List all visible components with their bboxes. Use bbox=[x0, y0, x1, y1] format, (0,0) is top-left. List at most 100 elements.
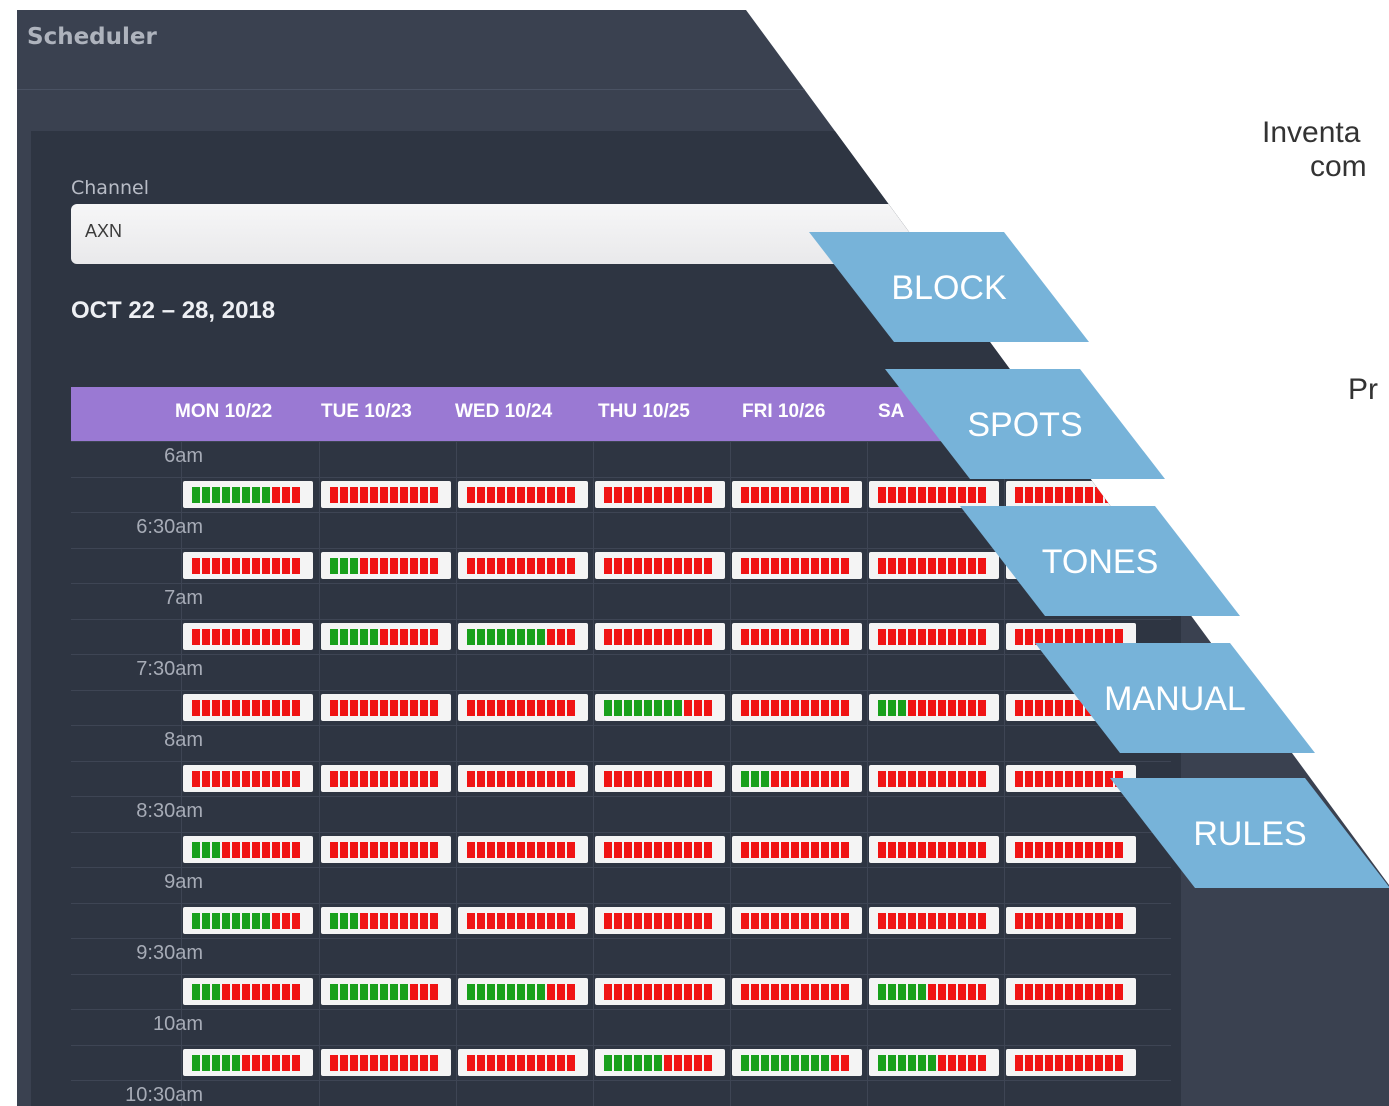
slot-inventory-bar[interactable] bbox=[732, 764, 862, 792]
day-header-thu[interactable]: THU 10/25 bbox=[598, 401, 690, 423]
day-header-sat[interactable]: SA bbox=[878, 401, 904, 423]
slot-inventory-bar[interactable] bbox=[869, 693, 999, 721]
slot-inventory-bar[interactable] bbox=[321, 977, 451, 1005]
slot-inventory-bar[interactable] bbox=[732, 693, 862, 721]
booked-slot bbox=[497, 841, 505, 858]
slot-inventory-bar[interactable] bbox=[595, 906, 725, 934]
slot-inventory-bar[interactable] bbox=[869, 551, 999, 579]
slot-inventory-bar[interactable] bbox=[458, 622, 588, 650]
booked-slot bbox=[390, 841, 398, 858]
slot-inventory-bar[interactable] bbox=[595, 977, 725, 1005]
slot-inventory-bar[interactable] bbox=[458, 906, 588, 934]
slot-inventory-bar[interactable] bbox=[183, 693, 313, 721]
slot-inventory-bar[interactable] bbox=[321, 1048, 451, 1076]
booked-slot bbox=[674, 912, 682, 929]
slot-inventory-bar[interactable] bbox=[732, 835, 862, 863]
slot-inventory-bar[interactable] bbox=[595, 1048, 725, 1076]
slot-inventory-bar[interactable] bbox=[458, 764, 588, 792]
booked-slot bbox=[567, 628, 575, 645]
slot-inventory-bar[interactable] bbox=[458, 1048, 588, 1076]
booked-slot bbox=[517, 486, 525, 503]
slot-inventory-bar[interactable] bbox=[321, 622, 451, 650]
available-slot bbox=[614, 699, 622, 716]
booked-slot bbox=[1065, 699, 1073, 716]
slot-inventory-bar[interactable] bbox=[869, 906, 999, 934]
booked-slot bbox=[370, 912, 378, 929]
slot-inventory-bar[interactable] bbox=[458, 977, 588, 1005]
slot-inventory-bar[interactable] bbox=[869, 835, 999, 863]
slot-inventory-bar[interactable] bbox=[732, 622, 862, 650]
slot-inventory-bar[interactable] bbox=[458, 551, 588, 579]
slot-inventory-bar[interactable] bbox=[321, 551, 451, 579]
booked-slot bbox=[340, 841, 348, 858]
available-slot bbox=[527, 628, 535, 645]
slot-inventory-bar[interactable] bbox=[869, 764, 999, 792]
booked-slot bbox=[928, 983, 936, 1000]
booked-slot bbox=[1085, 912, 1093, 929]
slot-inventory-bar[interactable] bbox=[732, 551, 862, 579]
slot-inventory-bar[interactable] bbox=[183, 1048, 313, 1076]
booked-slot bbox=[968, 628, 976, 645]
slot-inventory-bar[interactable] bbox=[595, 480, 725, 508]
booked-slot bbox=[841, 983, 849, 1000]
slot-inventory-bar[interactable] bbox=[183, 622, 313, 650]
booked-slot bbox=[664, 841, 672, 858]
slot-inventory-bar[interactable] bbox=[321, 480, 451, 508]
slot-inventory-bar[interactable] bbox=[595, 764, 725, 792]
slot-inventory-bar[interactable] bbox=[1006, 906, 1136, 934]
booked-slot bbox=[654, 557, 662, 574]
slot-inventory-bar[interactable] bbox=[1006, 835, 1136, 863]
available-slot bbox=[222, 1054, 230, 1071]
slot-inventory-bar[interactable] bbox=[595, 551, 725, 579]
slot-inventory-bar[interactable] bbox=[321, 764, 451, 792]
slot-inventory-bar[interactable] bbox=[869, 977, 999, 1005]
slot-inventory-bar[interactable] bbox=[321, 693, 451, 721]
booked-slot bbox=[684, 983, 692, 1000]
slot-inventory-bar[interactable] bbox=[183, 551, 313, 579]
slot-inventory-bar[interactable] bbox=[869, 622, 999, 650]
slot-inventory-bar[interactable] bbox=[1006, 977, 1136, 1005]
slot-inventory-bar[interactable] bbox=[1006, 1048, 1136, 1076]
slot-inventory-bar[interactable] bbox=[183, 835, 313, 863]
slot-inventory-bar[interactable] bbox=[458, 835, 588, 863]
available-slot bbox=[232, 912, 240, 929]
booked-slot bbox=[694, 486, 702, 503]
slot-inventory-bar[interactable] bbox=[321, 906, 451, 934]
booked-slot bbox=[232, 557, 240, 574]
slot-inventory-bar[interactable] bbox=[732, 906, 862, 934]
booked-slot bbox=[811, 557, 819, 574]
slot-inventory-bar[interactable] bbox=[595, 622, 725, 650]
booked-slot bbox=[694, 557, 702, 574]
booked-slot bbox=[801, 770, 809, 787]
slot-inventory-bar[interactable] bbox=[321, 835, 451, 863]
day-header-fri[interactable]: FRI 10/26 bbox=[742, 401, 825, 423]
slot-inventory-bar[interactable] bbox=[595, 835, 725, 863]
slot-inventory-bar[interactable] bbox=[869, 1048, 999, 1076]
schedule-row bbox=[71, 1080, 1171, 1106]
slot-inventory-bar[interactable] bbox=[458, 693, 588, 721]
slot-inventory-bar[interactable] bbox=[732, 977, 862, 1005]
time-label: 8am bbox=[164, 729, 203, 751]
slot-inventory-bar[interactable] bbox=[183, 764, 313, 792]
slot-inventory-bar[interactable] bbox=[732, 1048, 862, 1076]
slot-inventory-bar[interactable] bbox=[183, 480, 313, 508]
slot-inventory-bar[interactable] bbox=[1006, 480, 1136, 508]
available-slot bbox=[350, 628, 358, 645]
booked-slot bbox=[978, 557, 986, 574]
day-header-mon[interactable]: MON 10/22 bbox=[175, 401, 272, 423]
booked-slot bbox=[791, 699, 799, 716]
booked-slot bbox=[1115, 628, 1123, 645]
slot-inventory-bar[interactable] bbox=[869, 480, 999, 508]
slot-inventory-bar[interactable] bbox=[183, 977, 313, 1005]
booked-slot bbox=[741, 912, 749, 929]
booked-slot bbox=[467, 699, 475, 716]
booked-slot bbox=[841, 1054, 849, 1071]
slot-inventory-bar[interactable] bbox=[732, 480, 862, 508]
booked-slot bbox=[272, 699, 280, 716]
slot-inventory-bar[interactable] bbox=[458, 480, 588, 508]
day-header-tue[interactable]: TUE 10/23 bbox=[321, 401, 412, 423]
slot-inventory-bar[interactable] bbox=[595, 693, 725, 721]
day-header-wed[interactable]: WED 10/24 bbox=[455, 401, 552, 423]
slot-inventory-bar[interactable] bbox=[183, 906, 313, 934]
available-slot bbox=[340, 983, 348, 1000]
